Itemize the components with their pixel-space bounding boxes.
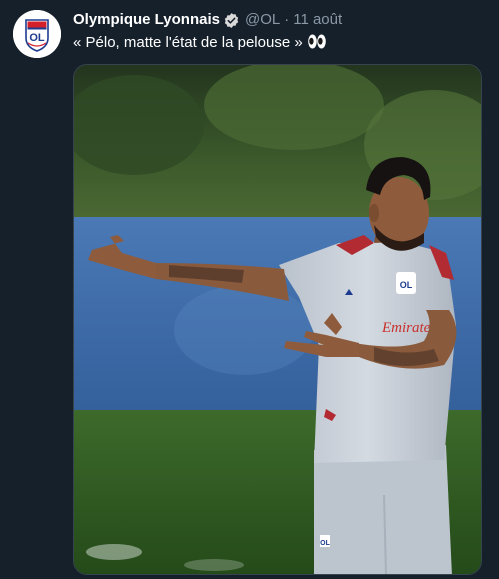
tweet-photo[interactable]: OL Emirates OL (73, 64, 482, 575)
eyes-emoji-icon (307, 33, 327, 56)
avatar[interactable]: OL (13, 10, 61, 58)
tweet-body: « Pélo, matte l'état de la pelouse » (73, 33, 489, 56)
tweet-card[interactable]: OL Olympique Lyonnais @OL · 11 août « Pé… (0, 0, 499, 579)
verified-badge-icon (223, 12, 240, 29)
separator-dot: · (284, 11, 290, 28)
display-name[interactable]: Olympique Lyonnais (73, 10, 220, 30)
user-handle[interactable]: @OL (245, 10, 280, 30)
tweet-text: « Pélo, matte l'état de la pelouse » (73, 34, 303, 51)
svg-text:OL: OL (320, 540, 330, 547)
ol-logo-icon: OL (13, 10, 61, 58)
player-photo: OL Emirates OL (74, 65, 481, 574)
logo-letters: OL (29, 32, 45, 44)
tweet-date[interactable]: 11 août (293, 10, 342, 30)
svg-text:OL: OL (400, 280, 413, 290)
tweet-header: Olympique Lyonnais @OL · 11 août (73, 10, 489, 30)
